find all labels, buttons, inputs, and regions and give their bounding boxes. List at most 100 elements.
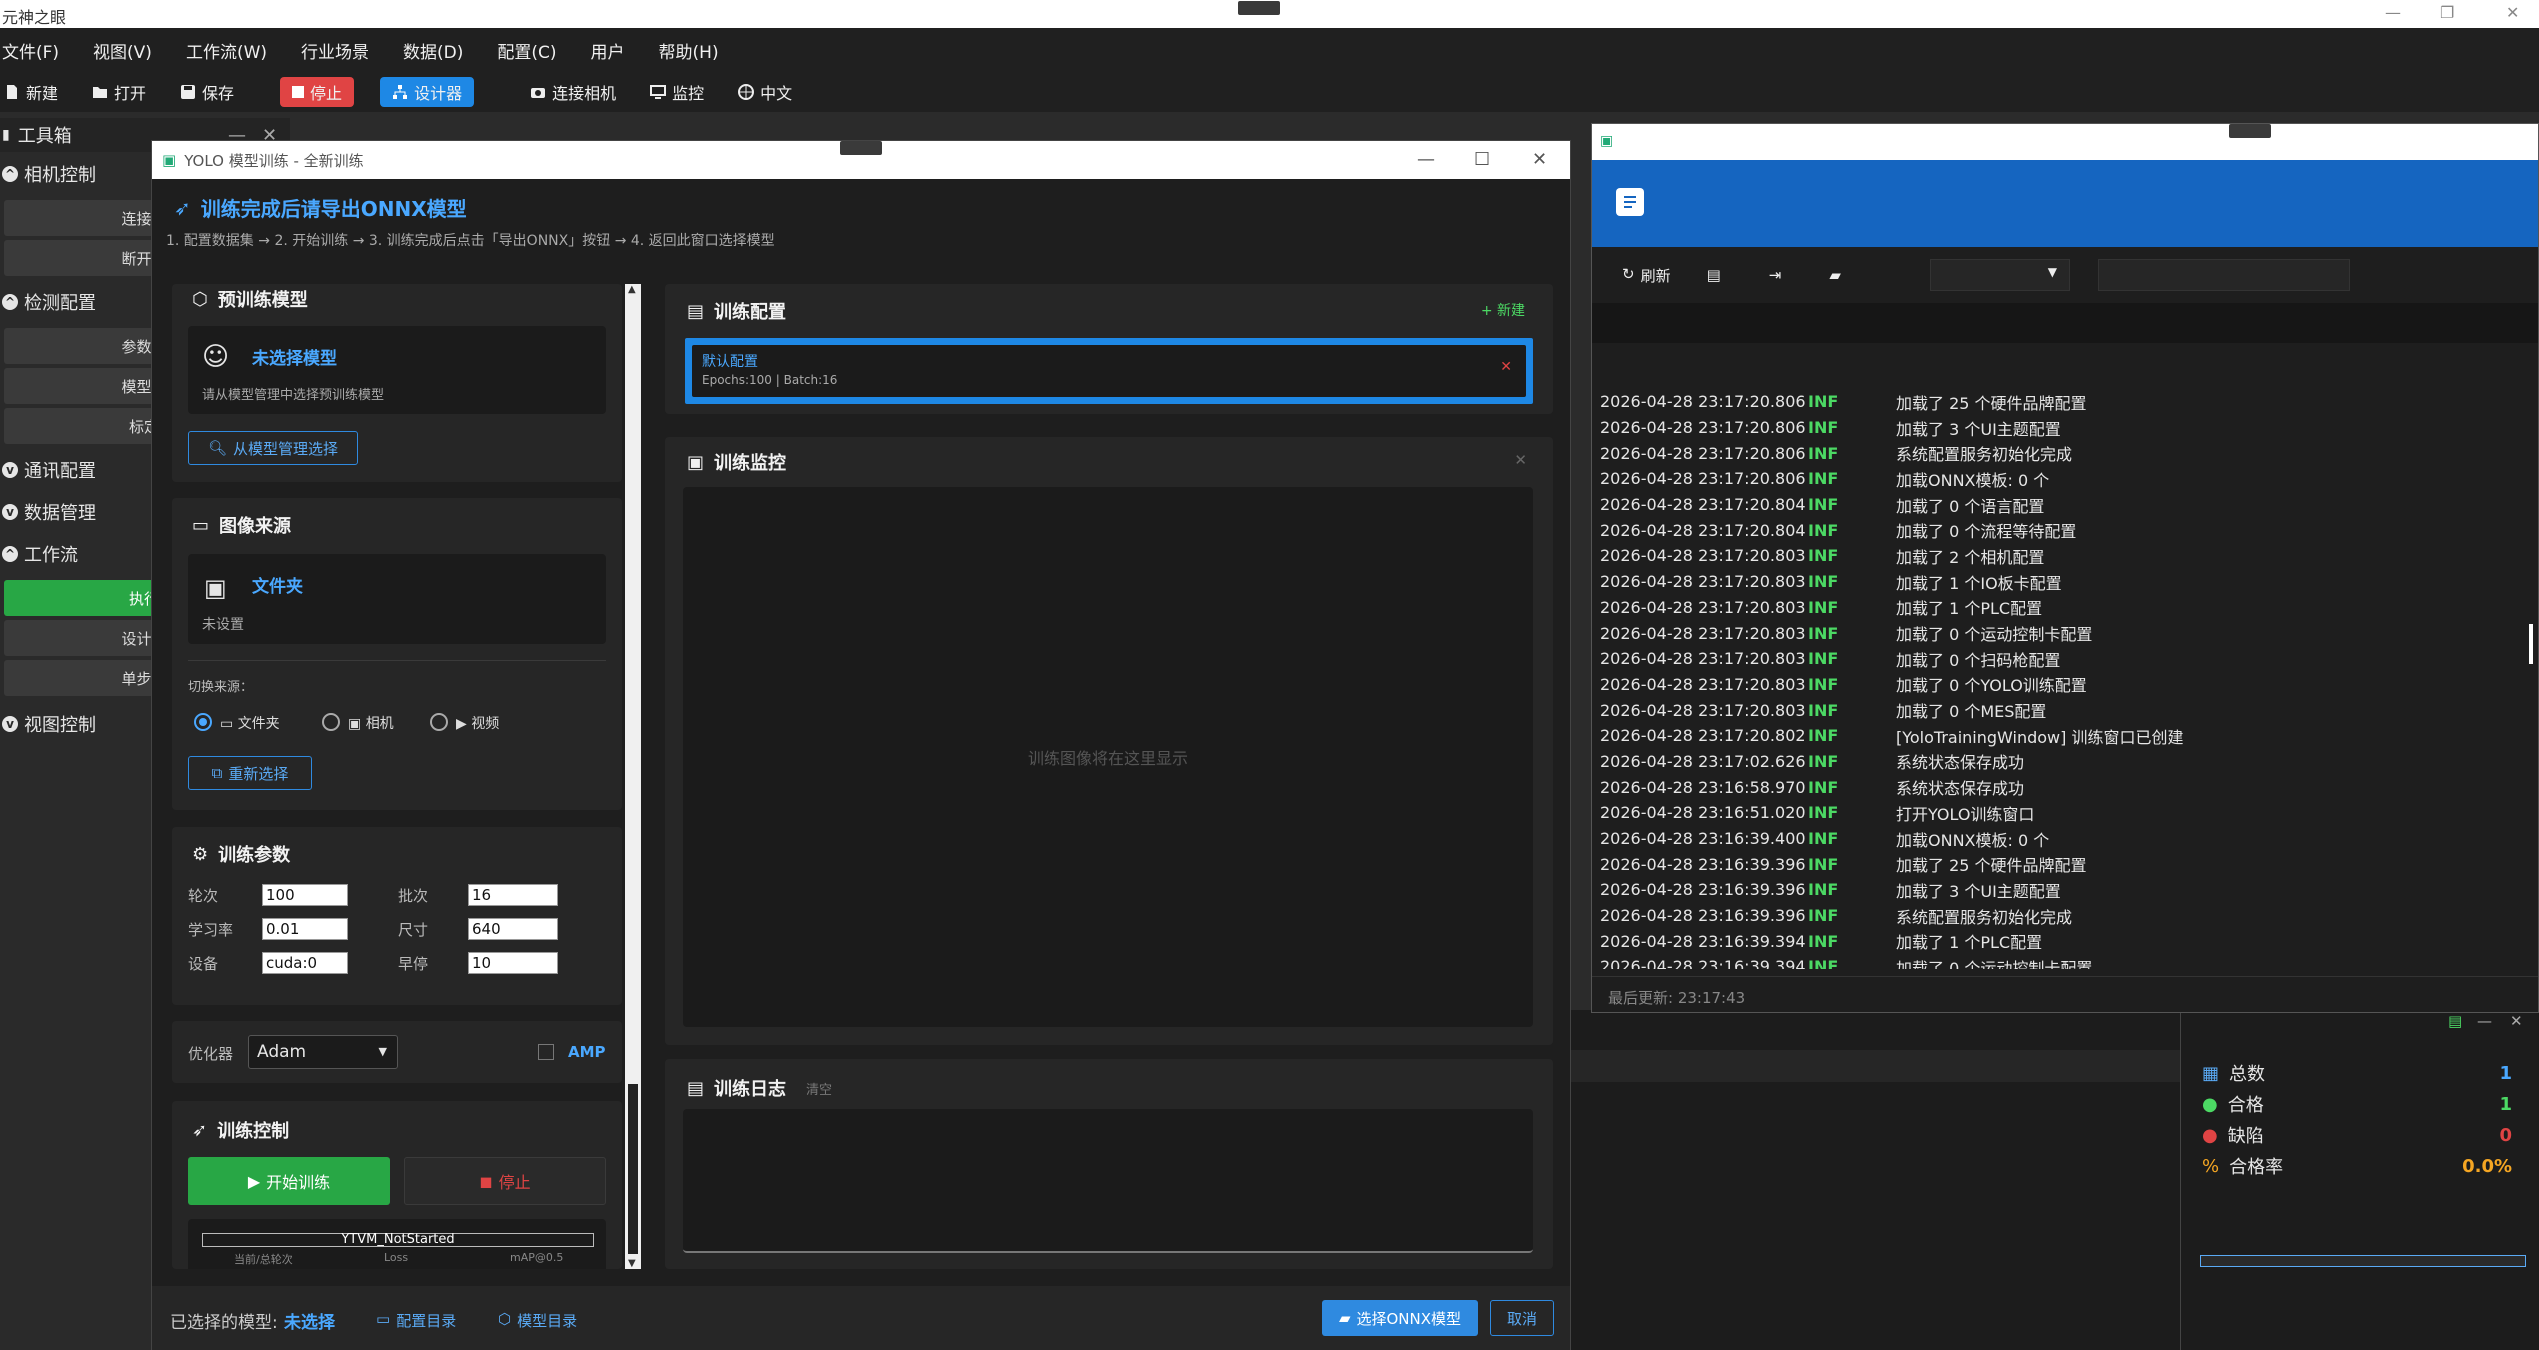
minimize-button[interactable]: —: [2385, 3, 2401, 22]
menu-industry[interactable]: 行业场景: [301, 38, 385, 63]
log-level: INF: [1808, 829, 1839, 849]
app-title: 元神之眼: [2, 8, 67, 27]
log-level: INF: [1808, 520, 1839, 540]
log-list: 2026-04-28 23:17:20.806 INF 加载了 25 个硬件品牌配置…: [1600, 389, 2530, 969]
delete-config-icon[interactable]: ✕: [1500, 359, 1512, 375]
batch-input[interactable]: 16: [468, 884, 558, 906]
menu-help[interactable]: 帮助(H): [659, 38, 735, 63]
amp-checkbox[interactable]: [538, 1044, 554, 1060]
radio-video-label: ▶ 视频: [456, 713, 499, 733]
selected-model-value: 未选择: [284, 1313, 335, 1333]
menu-workflow[interactable]: 工作流(W): [186, 38, 283, 63]
patience-input[interactable]: 10: [468, 952, 558, 974]
stop-training-button[interactable]: ◼ 停止: [404, 1157, 606, 1205]
log-timestamp: 2026-04-28 23:17:20.803: [1600, 572, 1806, 592]
log-timestamp: 2026-04-28 23:16:58.970: [1600, 777, 1806, 797]
scroll-up-icon[interactable]: ▲: [628, 284, 636, 295]
panel-close-icon[interactable]: ✕: [2510, 1012, 2523, 1030]
log-timestamp: 2026-04-28 23:17:20.806: [1600, 392, 1806, 412]
folder-icon[interactable]: ▰: [1829, 266, 1841, 284]
drag-handle[interactable]: [1238, 1, 1280, 15]
log-timestamp: 2026-04-28 23:17:20.803: [1600, 623, 1806, 643]
restore-button[interactable]: ❐: [2440, 3, 2454, 22]
close-button[interactable]: ✕: [2506, 3, 2519, 22]
image-source-title-text: 图像来源: [219, 516, 292, 537]
drag-handle[interactable]: [840, 141, 882, 155]
close-button[interactable]: ✕: [1532, 149, 1547, 170]
maximize-button[interactable]: ☐: [1474, 149, 1490, 170]
switch-source-label: 切换来源：: [188, 680, 254, 695]
device-input[interactable]: cuda:0: [262, 952, 348, 974]
size-input[interactable]: 640: [468, 918, 558, 940]
start-training-button[interactable]: ▶ 开始训练: [188, 1157, 390, 1205]
optimizer-label: 优化器: [188, 1045, 234, 1063]
log-message: 加载了 1 个PLC配置: [1896, 933, 2043, 953]
log-scrollbar[interactable]: [2524, 594, 2538, 694]
level-filter-select[interactable]: ▼: [1930, 259, 2070, 291]
cube-icon: ⬡: [498, 1310, 512, 1328]
reselect-icon: ⧉: [211, 764, 223, 782]
export-icon[interactable]: ▤: [2448, 1012, 2462, 1030]
config-item-selected[interactable]: 默认配置 Epochs:100 | Batch:16 ✕: [685, 338, 1533, 404]
scroll-thumb[interactable]: [2529, 624, 2533, 664]
panel-minimize-icon[interactable]: —: [2477, 1012, 2492, 1030]
yolo-steps: 1. 配置数据集 → 2. 开始训练 → 3. 训练完成后点击「导出ONNX」按…: [166, 233, 775, 249]
map-label: mAP@0.5: [510, 1251, 564, 1264]
new-config-button[interactable]: + 新建: [1481, 300, 1525, 320]
monitor-close-icon[interactable]: ✕: [1514, 451, 1527, 469]
radio-folder[interactable]: [194, 713, 212, 731]
left-scrollbar[interactable]: ▲ ▼: [625, 284, 641, 1269]
select-onnx-button[interactable]: ▰ 选择ONNX模型: [1322, 1300, 1478, 1336]
log-timestamp: 2026-04-28 23:16:39.394: [1600, 931, 1806, 951]
cancel-button[interactable]: 取消: [1490, 1300, 1554, 1336]
cube-icon: ⬡: [192, 288, 208, 310]
clear-list-icon[interactable]: ▤: [1707, 266, 1721, 284]
scroll-thumb[interactable]: [628, 1084, 638, 1254]
menu-file[interactable]: 文件(F): [2, 38, 75, 63]
open-button[interactable]: 打开: [88, 77, 150, 107]
play-icon: ▶: [247, 1171, 261, 1191]
export-icon[interactable]: ⇥: [1769, 266, 1782, 284]
log-row: 2026-04-28 23:16:51.020 INF 打开YOLO训练窗口: [1600, 800, 2530, 826]
refresh-button[interactable]: ↻ 刷新: [1622, 265, 1671, 286]
log-card: ▤ 训练日志 清空: [665, 1059, 1553, 1269]
stop-label: 停止: [310, 84, 343, 103]
folder-open-icon: ▰: [1338, 1309, 1351, 1327]
gear-icon: ⚙: [192, 843, 209, 865]
drag-handle[interactable]: [2229, 124, 2271, 138]
model-dir-button[interactable]: ⬡ 模型目录: [498, 1310, 577, 1331]
log-timestamp: 2026-04-28 23:17:20.806: [1600, 418, 1806, 438]
clear-log-button[interactable]: 清空: [806, 1079, 832, 1098]
radio-video[interactable]: [430, 713, 448, 731]
menu-data[interactable]: 数据(D): [403, 38, 479, 63]
menu-view[interactable]: 视图(V): [93, 38, 168, 63]
config-dir-button[interactable]: ▭ 配置目录: [376, 1310, 456, 1331]
reselect-button[interactable]: ⧉ 重新选择: [188, 756, 312, 790]
log-message: [YoloTrainingWindow] 训练窗口已创建: [1896, 727, 2184, 747]
new-button[interactable]: 新建: [0, 77, 62, 107]
menu-user[interactable]: 用户: [591, 38, 641, 63]
optimizer-select[interactable]: Adam ▼: [248, 1035, 398, 1069]
log-message: 加载了 3 个UI主题配置: [1896, 419, 2061, 439]
log-message: 加载了 1 个IO板卡配置: [1896, 573, 2062, 593]
chevron-down-icon: v: [2, 504, 18, 520]
language-button[interactable]: 中文: [734, 77, 796, 107]
designer-button[interactable]: 设计器: [380, 77, 475, 107]
minimize-button[interactable]: —: [1417, 149, 1435, 170]
log-search-input[interactable]: [2098, 259, 2350, 291]
monitor-button[interactable]: 监控: [646, 77, 708, 107]
log-message: 加载了 25 个硬件品牌配置: [1896, 393, 2087, 413]
radio-camera[interactable]: [322, 713, 340, 731]
log-timestamp: 2026-04-28 23:17:20.803: [1600, 649, 1806, 669]
stop-button[interactable]: 停止: [280, 77, 355, 107]
log-timestamp: 2026-04-28 23:17:20.806: [1600, 469, 1806, 489]
menu-config[interactable]: 配置(C): [497, 38, 572, 63]
camera-icon: [530, 84, 546, 100]
save-button[interactable]: 保存: [176, 77, 238, 107]
connect-camera-button[interactable]: 连接相机: [526, 77, 620, 107]
select-model-button[interactable]: 🔍︎ 从模型管理选择: [188, 431, 358, 465]
epochs-input[interactable]: 100: [262, 884, 348, 906]
scroll-down-icon[interactable]: ▼: [628, 1258, 636, 1269]
log-level: INF: [1808, 469, 1839, 489]
lr-input[interactable]: 0.01: [262, 918, 348, 940]
